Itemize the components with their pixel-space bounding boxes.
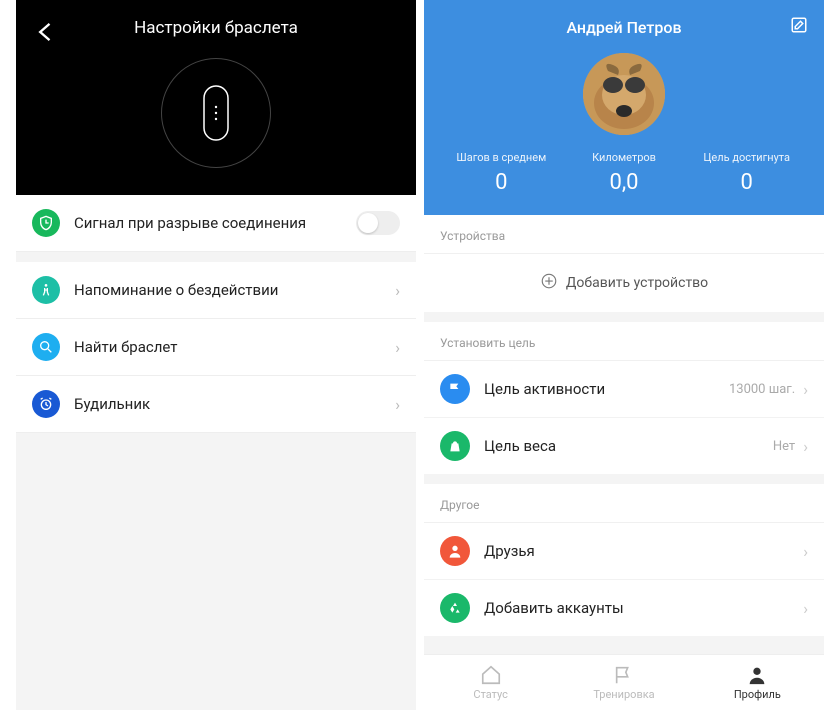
plus-circle-icon bbox=[540, 272, 558, 294]
tab-profile[interactable]: Профиль bbox=[691, 655, 824, 710]
settings-list: Сигнал при разрыве соединения Напоминани… bbox=[16, 195, 416, 433]
tab-workout[interactable]: Тренировка bbox=[557, 655, 690, 710]
stat-goal: Цель достигнута 0 bbox=[685, 151, 808, 195]
stat-steps: Шагов в среднем 0 bbox=[440, 151, 563, 195]
shield-icon bbox=[32, 209, 60, 237]
stat-km-label: Километров bbox=[563, 151, 686, 164]
chevron-right-icon: › bbox=[803, 542, 808, 561]
weight-icon bbox=[440, 431, 470, 461]
chevron-right-icon: › bbox=[803, 380, 808, 399]
alarm-row[interactable]: Будильник › bbox=[16, 376, 416, 433]
activity-goal-label: Цель активности bbox=[484, 380, 729, 398]
activity-goal-value: 13000 шаг. bbox=[729, 382, 795, 397]
disconnect-toggle[interactable] bbox=[356, 211, 400, 235]
tab-workout-label: Тренировка bbox=[593, 688, 654, 701]
goals-title: Установить цель bbox=[424, 322, 824, 361]
goals-section: Установить цель Цель активности 13000 ша… bbox=[424, 322, 824, 474]
add-accounts-label: Добавить аккаунты bbox=[484, 599, 803, 617]
devices-title: Устройства bbox=[424, 215, 824, 254]
alarm-label: Будильник bbox=[74, 395, 395, 413]
tab-status-label: Статус bbox=[473, 688, 508, 701]
avatar[interactable] bbox=[583, 53, 665, 135]
disconnect-alert-label: Сигнал при разрыве соединения bbox=[74, 214, 356, 232]
stat-km: Километров 0,0 bbox=[563, 151, 686, 195]
flag-icon bbox=[440, 374, 470, 404]
devices-section: Устройства Добавить устройство bbox=[424, 215, 824, 312]
chevron-right-icon: › bbox=[395, 395, 400, 414]
left-phone-screen: Настройки браслета Сигнал при разрыве со… bbox=[16, 0, 416, 710]
stat-goal-label: Цель достигнута bbox=[685, 151, 808, 164]
user-name: Андрей Петров bbox=[440, 14, 808, 37]
chevron-right-icon: › bbox=[395, 281, 400, 300]
device-image bbox=[161, 58, 271, 168]
back-arrow-icon[interactable] bbox=[32, 18, 60, 52]
edit-icon[interactable] bbox=[790, 16, 808, 38]
find-band-row[interactable]: Найти браслет › bbox=[16, 319, 416, 376]
find-band-label: Найти браслет bbox=[74, 338, 395, 356]
idle-reminder-label: Напоминание о бездействии bbox=[74, 281, 395, 299]
profile-header: Андрей Петров Шагов в среднем 0 Килом bbox=[424, 0, 824, 215]
stat-steps-value: 0 bbox=[440, 170, 563, 195]
other-title: Другое bbox=[424, 484, 824, 523]
stat-km-value: 0,0 bbox=[563, 170, 686, 195]
idle-reminder-row[interactable]: Напоминание о бездействии › bbox=[16, 262, 416, 319]
tab-profile-label: Профиль bbox=[734, 688, 781, 701]
activity-icon bbox=[32, 276, 60, 304]
disconnect-alert-row[interactable]: Сигнал при разрыве соединения bbox=[16, 195, 416, 252]
chevron-right-icon: › bbox=[803, 437, 808, 456]
right-phone-screen: Андрей Петров Шагов в среднем 0 Килом bbox=[424, 0, 824, 710]
recycle-icon bbox=[440, 593, 470, 623]
tab-bar: Статус Тренировка Профиль bbox=[424, 654, 824, 710]
alarm-clock-icon bbox=[32, 390, 60, 418]
other-section: Другое Друзья › Добавить аккаунты › bbox=[424, 484, 824, 636]
stat-goal-value: 0 bbox=[685, 170, 808, 195]
friends-label: Друзья bbox=[484, 542, 803, 560]
add-device-row[interactable]: Добавить устройство bbox=[424, 254, 824, 312]
add-device-label: Добавить устройство bbox=[566, 275, 708, 291]
settings-header: Настройки браслета bbox=[16, 0, 416, 195]
list-gap bbox=[16, 252, 416, 262]
stat-steps-label: Шагов в среднем bbox=[440, 151, 563, 164]
chevron-right-icon: › bbox=[395, 338, 400, 357]
search-icon bbox=[32, 333, 60, 361]
page-title: Настройки браслета bbox=[32, 14, 400, 38]
weight-goal-row[interactable]: Цель веса Нет › bbox=[424, 418, 824, 474]
friends-row[interactable]: Друзья › bbox=[424, 523, 824, 580]
friends-icon bbox=[440, 536, 470, 566]
activity-goal-row[interactable]: Цель активности 13000 шаг. › bbox=[424, 361, 824, 418]
add-accounts-row[interactable]: Добавить аккаунты › bbox=[424, 580, 824, 636]
stats-row: Шагов в среднем 0 Километров 0,0 Цель до… bbox=[440, 151, 808, 195]
chevron-right-icon: › bbox=[803, 599, 808, 618]
weight-goal-value: Нет bbox=[773, 439, 795, 454]
weight-goal-label: Цель веса bbox=[484, 437, 773, 455]
tab-status[interactable]: Статус bbox=[424, 655, 557, 710]
